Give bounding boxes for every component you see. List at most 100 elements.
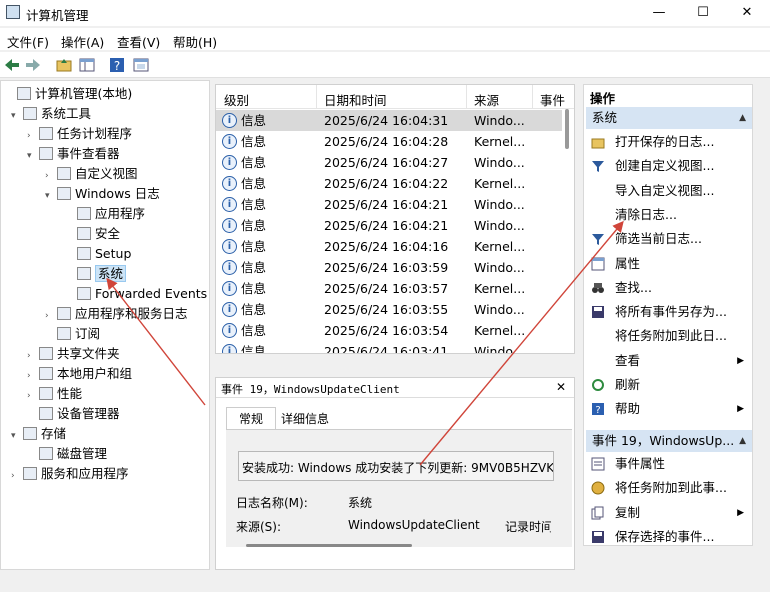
action-item[interactable]: 将任务附加到此事...: [584, 477, 752, 499]
forward-arrow-icon[interactable]: [24, 56, 42, 74]
collapse-up-icon[interactable]: ▲: [739, 430, 746, 452]
action-item[interactable]: 将所有事件另存为...: [584, 301, 752, 323]
collapsed-chevron-icon[interactable]: ›: [45, 166, 57, 186]
tree-node[interactable]: › 应用程序和服务日志: [45, 304, 188, 324]
minimize-button[interactable]: —: [636, 0, 682, 26]
tree-node[interactable]: ▾ 存储: [11, 424, 66, 444]
action-item[interactable]: 属性: [584, 253, 752, 275]
column-header-level[interactable]: 级别: [224, 90, 249, 109]
action-item[interactable]: ? 帮助 ▶: [584, 398, 752, 420]
column-header-event-id[interactable]: 事件: [540, 90, 565, 109]
tree-node[interactable]: › 自定义视图: [45, 164, 138, 184]
tree-node-label: 本地用户和组: [57, 366, 133, 381]
column-header-source[interactable]: 来源: [474, 90, 499, 109]
event-source: Windo...: [474, 155, 525, 170]
action-item[interactable]: 查看 ▶: [584, 350, 752, 372]
event-row[interactable]: i 信息 2025/6/24 16:04:16 Kernel...: [216, 236, 562, 257]
tree-node[interactable]: › 共享文件夹: [27, 344, 120, 364]
action-item[interactable]: 导入自定义视图...: [584, 180, 752, 202]
info-icon: i: [222, 155, 237, 170]
action-item[interactable]: 查找...: [584, 277, 752, 299]
action-item[interactable]: 创建自定义视图...: [584, 155, 752, 177]
action-item[interactable]: 将任务附加到此日...: [584, 325, 752, 347]
tree-node[interactable]: 应用程序: [65, 204, 145, 224]
action-item[interactable]: 筛选当前日志...: [584, 228, 752, 250]
event-row[interactable]: i 信息 2025/6/24 16:04:31 Windo...: [216, 110, 562, 131]
tree-node[interactable]: 订阅: [45, 324, 100, 344]
tree-node[interactable]: ▾ Windows 日志: [45, 184, 160, 204]
action-item[interactable]: 事件属性: [584, 453, 752, 475]
event-viewer-icon: [39, 147, 53, 160]
properties-icon[interactable]: [132, 56, 150, 74]
console-tree: 计算机管理(本地) ▾ 系统工具 › 任务计划程序 ▾ 事件查看器 › 自定义视图 ▾ Window…: [0, 80, 210, 570]
menu-help[interactable]: 帮助(H): [173, 32, 217, 51]
back-arrow-icon[interactable]: [3, 56, 21, 74]
info-icon: i: [222, 323, 237, 338]
collapsed-chevron-icon[interactable]: ›: [11, 466, 23, 486]
detail-hscroll-thumb[interactable]: [246, 544, 412, 547]
help-icon[interactable]: ?: [108, 56, 126, 74]
collapsed-chevron-icon[interactable]: ›: [45, 306, 57, 326]
action-item[interactable]: 保存选择的事件...: [584, 526, 752, 548]
tree-node[interactable]: › 性能: [27, 384, 82, 404]
tree-node-label: Setup: [95, 246, 132, 261]
expanded-chevron-icon[interactable]: ▾: [45, 186, 57, 206]
expanded-chevron-icon[interactable]: ▾: [11, 426, 23, 446]
tree-node[interactable]: › 本地用户和组: [27, 364, 132, 384]
action-item[interactable]: 复制 ▶: [584, 502, 752, 524]
scroll-thumb[interactable]: [565, 109, 569, 149]
event-list-scrollbar[interactable]: [562, 109, 572, 353]
up-folder-icon[interactable]: [55, 56, 73, 74]
event-row[interactable]: i 信息 2025/6/24 16:04:22 Kernel...: [216, 173, 562, 194]
actions-section-event-label: 事件 19，WindowsUp...: [592, 433, 735, 448]
tree-node[interactable]: 计算机管理(本地): [5, 84, 132, 104]
tree-node[interactable]: › 任务计划程序: [27, 124, 132, 144]
action-item[interactable]: 清除日志...: [584, 204, 752, 226]
tree-node[interactable]: Forwarded Events: [65, 284, 207, 304]
close-button[interactable]: ✕: [724, 0, 770, 26]
collapse-up-icon[interactable]: ▲: [739, 107, 746, 129]
tab-general[interactable]: 常规: [226, 407, 276, 429]
expanded-chevron-icon[interactable]: ▾: [27, 146, 39, 166]
actions-section-event[interactable]: 事件 19，WindowsUp... ▲: [586, 430, 752, 452]
log-icon: [77, 227, 91, 240]
tree-node[interactable]: 磁盘管理: [27, 444, 107, 464]
maximize-button[interactable]: ☐: [680, 0, 726, 26]
action-item[interactable]: 打开保存的日志...: [584, 131, 752, 153]
collapsed-chevron-icon[interactable]: ›: [27, 346, 39, 366]
menu-view[interactable]: 查看(V): [117, 32, 160, 51]
tree-node[interactable]: ▾ 事件查看器: [27, 144, 120, 164]
tree-node[interactable]: 系统: [65, 264, 127, 284]
event-row[interactable]: i 信息 2025/6/24 16:04:21 Windo...: [216, 194, 562, 215]
tree-node[interactable]: 安全: [65, 224, 120, 244]
event-message-box[interactable]: 安装成功: Windows 成功安装了下列更新: 9MV0B5HZVK: [238, 451, 554, 481]
tree-node[interactable]: Setup: [65, 244, 131, 264]
event-row[interactable]: i 信息 2025/6/24 16:03:59 Windo...: [216, 257, 562, 278]
event-row[interactable]: i 信息 2025/6/24 16:03:41 Windo...: [216, 341, 562, 353]
event-level: 信息: [241, 239, 267, 254]
event-row[interactable]: i 信息 2025/6/24 16:04:21 Windo...: [216, 215, 562, 236]
event-row[interactable]: i 信息 2025/6/24 16:03:54 Kernel...: [216, 320, 562, 341]
tab-details[interactable]: 详细信息: [276, 409, 334, 429]
storage-icon: [23, 427, 37, 440]
expanded-chevron-icon[interactable]: ▾: [11, 106, 23, 126]
event-row[interactable]: i 信息 2025/6/24 16:03:55 Windo...: [216, 299, 562, 320]
event-row[interactable]: i 信息 2025/6/24 16:04:27 Windo...: [216, 152, 562, 173]
detail-close-icon[interactable]: ✕: [556, 380, 566, 394]
event-datetime: 2025/6/24 16:03:57: [324, 281, 449, 296]
show-hide-tree-icon[interactable]: [78, 56, 96, 74]
menu-file[interactable]: 文件(F): [7, 32, 49, 51]
tree-node[interactable]: 设备管理器: [27, 404, 120, 424]
tree-node[interactable]: › 服务和应用程序: [11, 464, 129, 484]
tree-node[interactable]: ▾ 系统工具: [11, 104, 91, 124]
event-source: Kernel...: [474, 323, 526, 338]
collapsed-chevron-icon[interactable]: ›: [27, 126, 39, 146]
actions-section-system[interactable]: 系统 ▲: [586, 107, 752, 129]
event-row[interactable]: i 信息 2025/6/24 16:03:57 Kernel...: [216, 278, 562, 299]
action-item[interactable]: 刷新: [584, 374, 752, 396]
menu-action[interactable]: 操作(A): [61, 32, 104, 51]
column-header-datetime[interactable]: 日期和时间: [324, 90, 387, 109]
collapsed-chevron-icon[interactable]: ›: [27, 366, 39, 386]
collapsed-chevron-icon[interactable]: ›: [27, 386, 39, 406]
event-row[interactable]: i 信息 2025/6/24 16:04:28 Kernel...: [216, 131, 562, 152]
